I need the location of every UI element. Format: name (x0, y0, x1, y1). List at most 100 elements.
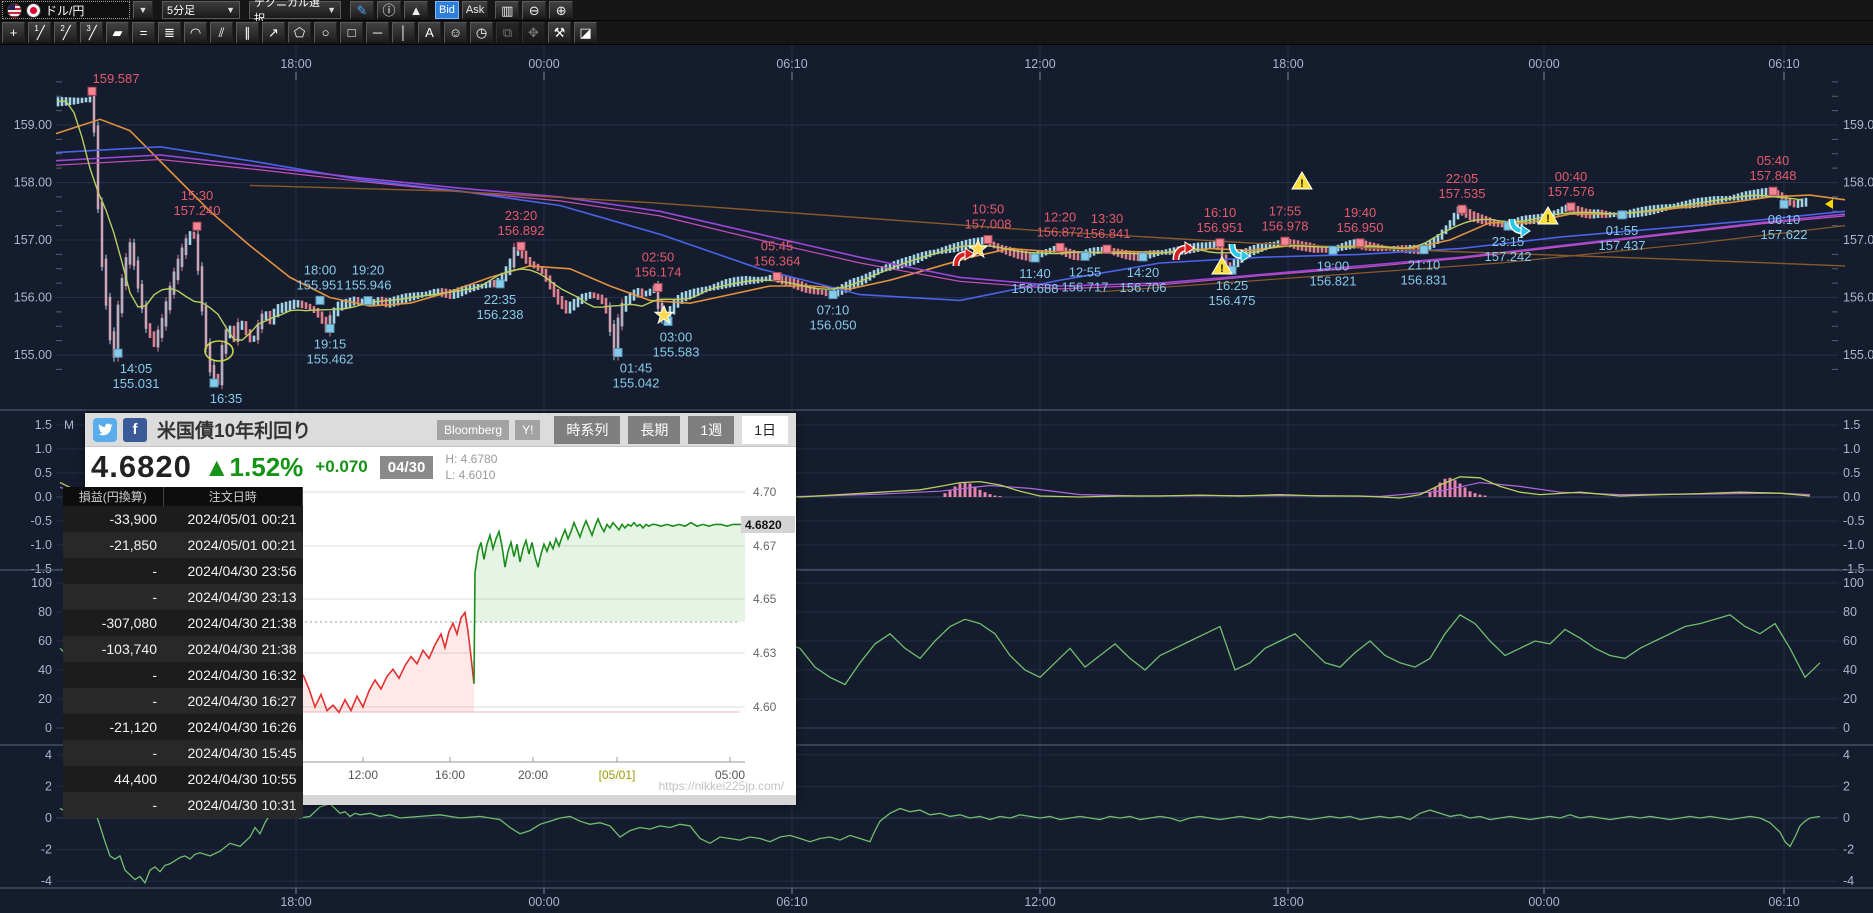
low-marker (1031, 254, 1039, 262)
order-row[interactable]: -2024/04/30 16:27 (63, 688, 303, 714)
order-row[interactable]: -2024/04/30 10:31 (63, 792, 303, 818)
rectangle-tool[interactable]: □ (340, 22, 363, 43)
indicator-axis-label: -0.5 (30, 514, 52, 528)
order-row[interactable]: -33,9002024/05/01 00:21 (63, 506, 303, 532)
high-marker (1356, 239, 1364, 247)
order-row[interactable]: -103,7402024/04/30 21:38 (63, 636, 303, 662)
svg-text:!: ! (1220, 263, 1224, 275)
indicator-axis-label: -1.5 (1843, 562, 1865, 576)
vgrid-tool[interactable]: ∥ (236, 22, 259, 43)
vertical-line-tool-icon: │ (399, 26, 407, 39)
time-axis-label: 18:00 (280, 895, 311, 909)
copy-tool[interactable]: ⧉ (496, 22, 519, 43)
yield-high-low: H: 4.6780 L: 4.6010 (445, 451, 497, 483)
icon-stamp-tool-icon: ☺ (449, 26, 462, 39)
annotation-time: 18:00 (304, 262, 337, 277)
indicator-axis-label: 100 (1843, 576, 1864, 590)
fan-tool[interactable]: ⫽ (210, 22, 233, 43)
horizontal-line-tool[interactable]: ─ (366, 22, 389, 43)
widget-tab[interactable]: 長期 (628, 416, 680, 444)
time-axis-label: 18:00 (280, 57, 311, 71)
zoom-out-button[interactable]: ⊖ (522, 1, 546, 19)
annotation-price: 157.008 (965, 217, 1012, 232)
annotation-time: 11:40 (1019, 266, 1051, 281)
order-datetime: 2024/05/01 00:21 (163, 506, 303, 532)
order-row[interactable]: -2024/04/30 16:32 (63, 662, 303, 688)
yield-date-badge: 04/30 (380, 456, 434, 479)
arrowline-tool-icon: ↗ (268, 26, 279, 39)
widget-tab[interactable]: 1日 (742, 416, 788, 444)
order-row[interactable]: 44,4002024/04/30 10:55 (63, 766, 303, 792)
trendline3-tool[interactable]: 3╱ (80, 22, 103, 43)
order-row[interactable]: -21,1202024/04/30 16:26 (63, 714, 303, 740)
eraser-tool[interactable]: ◪ (574, 22, 597, 43)
time-axis-label: 06:10 (776, 57, 807, 71)
arc-tool-icon: ◠ (190, 26, 201, 39)
crosshair-tool[interactable]: + (2, 22, 25, 43)
hline4-tool[interactable]: ≣ (158, 22, 181, 43)
time-axis-label: 06:10 (776, 895, 807, 909)
order-row[interactable]: -2024/04/30 23:56 (63, 558, 303, 584)
timeframe-selector[interactable]: 5分足▼ (162, 1, 240, 19)
text-tool[interactable]: A (418, 22, 441, 43)
chart-mode-button[interactable]: ▲ (404, 1, 428, 19)
indicator-axis-label: -0.5 (1843, 514, 1865, 528)
order-row[interactable]: -2024/04/30 23:13 (63, 584, 303, 610)
indicator-window-button[interactable]: ▥ (495, 1, 519, 19)
pencil-button[interactable]: ✎ (350, 1, 374, 19)
indicator-axis-label: 1.0 (1843, 442, 1860, 456)
settings-wrench-tool[interactable]: ⚒ (548, 22, 571, 43)
annotation-time: 12:20 (1044, 209, 1077, 224)
yield-low: L: 4.6010 (445, 468, 495, 482)
crosshair-tool-icon: + (10, 26, 18, 39)
twitter-icon[interactable] (93, 418, 117, 442)
low-marker (829, 291, 837, 299)
tool-badge: 1 (34, 25, 38, 33)
widget-tab[interactable]: 1週 (688, 416, 734, 444)
annotation-price: 156.174 (635, 264, 682, 279)
hand-tool[interactable]: ✥ (522, 22, 545, 43)
hline2-tool[interactable]: = (132, 22, 155, 43)
yield-value: 4.6820 (91, 449, 192, 485)
time-alert-tool[interactable]: ◷ (470, 22, 493, 43)
widget-link-y[interactable]: Y! (515, 420, 540, 440)
annotation-time: 17:55 (1269, 203, 1302, 218)
low-marker (1139, 253, 1147, 261)
zoom-out-icon: ⊖ (529, 4, 540, 17)
zoom-in-button[interactable]: ⊕ (549, 1, 573, 19)
annotation-price: 156.892 (498, 223, 545, 238)
annotation-time: 19:20 (352, 263, 385, 278)
annotation-price: 156.950 (1337, 220, 1384, 235)
widget-link-bloomberg[interactable]: Bloomberg (437, 420, 509, 440)
info-button[interactable]: ⓘ (377, 1, 401, 19)
order-pl: - (63, 688, 163, 714)
order-pl: 44,400 (63, 766, 163, 792)
vertical-line-tool[interactable]: │ (392, 22, 415, 43)
price-axis-label: 159.00 (1843, 118, 1873, 132)
ask-button[interactable]: Ask (462, 1, 488, 19)
arc-tool[interactable]: ◠ (184, 22, 207, 43)
order-row[interactable]: -307,0802024/04/30 21:38 (63, 610, 303, 636)
widget-tab[interactable]: 時系列 (554, 416, 620, 444)
order-row[interactable]: -2024/04/30 15:45 (63, 740, 303, 766)
arrowline-tool[interactable]: ↗ (262, 22, 285, 43)
currency-pair-selector[interactable]: ドル/円 (2, 1, 130, 19)
widget-tabs: 時系列長期 1週 1日 (554, 416, 788, 444)
bid-button[interactable]: Bid (435, 1, 459, 19)
indicator-axis-label: 1.0 (35, 442, 52, 456)
annotation-time: 16:25 (1216, 278, 1249, 293)
trendline2-tool[interactable]: 2╱ (54, 22, 77, 43)
annotation-price: 157.437 (1599, 238, 1646, 253)
order-row[interactable]: -21,8502024/05/01 00:21 (63, 532, 303, 558)
trendline1-tool[interactable]: 1╱ (28, 22, 51, 43)
ellipse-tool[interactable]: ○ (314, 22, 337, 43)
price-axis-label: 155.00 (14, 348, 52, 362)
technical-selector[interactable]: テクニカル選択▼ (249, 1, 341, 19)
copy-tool-icon: ⧉ (503, 26, 512, 39)
pair-dropdown-button[interactable]: ▼ (133, 1, 153, 19)
pentagon-tool[interactable]: ⬠ (288, 22, 311, 43)
ruler-tool[interactable]: ▰ (106, 22, 129, 43)
annotation-price: 155.946 (345, 278, 392, 293)
icon-stamp-tool[interactable]: ☺ (444, 22, 467, 43)
facebook-icon[interactable]: f (123, 418, 147, 442)
